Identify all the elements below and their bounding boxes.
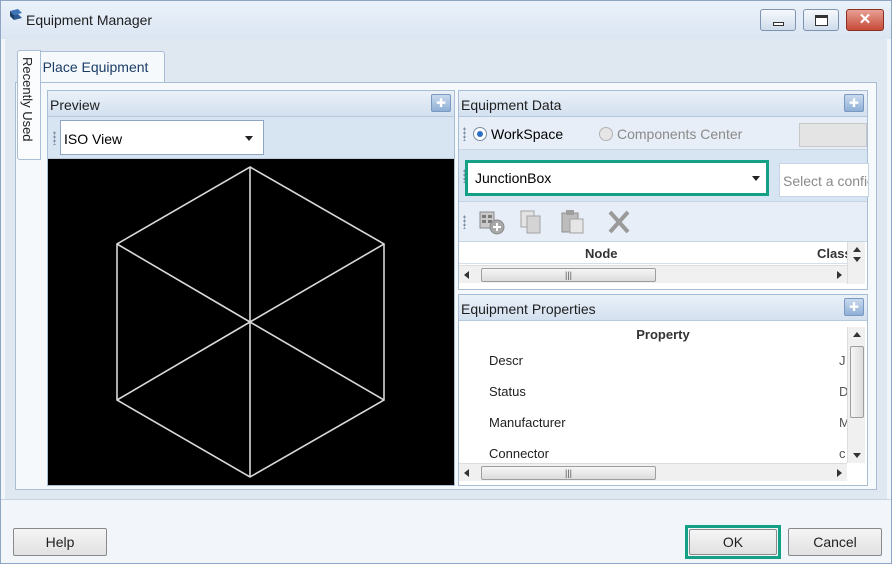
configuration-placeholder: Select a configuration	[783, 173, 868, 189]
column-node[interactable]: Node	[585, 246, 618, 261]
scroll-thumb[interactable]	[850, 346, 864, 418]
tab-recently-used[interactable]: Recently Used	[17, 50, 41, 160]
pin-icon[interactable]: ✚	[431, 94, 451, 112]
title-bar[interactable]: Equipment Manager ✕	[1, 1, 891, 39]
property-name[interactable]: Status	[489, 384, 526, 399]
minimize-button[interactable]	[760, 9, 796, 31]
property-name[interactable]: Descr	[489, 353, 523, 368]
view-select[interactable]: ISO View	[60, 120, 264, 155]
property-value[interactable]: M	[839, 415, 847, 430]
close-icon: ✕	[858, 11, 872, 28]
close-button[interactable]: ✕	[846, 9, 884, 31]
toolbar-grip-icon[interactable]	[53, 131, 56, 145]
configuration-input[interactable]: Select a configuration	[779, 163, 869, 197]
chevron-down-icon	[752, 176, 760, 181]
tab-place-equipment[interactable]: Place Equipment	[26, 51, 165, 82]
preview-toolbar: ISO View	[48, 117, 454, 159]
chevron-down-icon	[245, 136, 253, 141]
scroll-left-icon[interactable]	[464, 469, 469, 477]
scroll-up-icon[interactable]	[853, 332, 861, 337]
equipment-manager-window: Equipment Manager ✕ Place Equipment Rece…	[0, 0, 892, 564]
ok-button[interactable]: OK	[689, 529, 777, 555]
cube-wireframe	[116, 166, 385, 478]
delete-icon[interactable]	[605, 209, 633, 235]
help-button[interactable]: Help	[13, 528, 107, 556]
preview-title: Preview	[50, 97, 100, 113]
scroll-up-icon[interactable]	[853, 247, 861, 252]
preview-panel: Preview ✚ ISO View	[47, 90, 455, 486]
window-title: Equipment Manager	[26, 12, 153, 28]
radio-workspace[interactable]	[473, 127, 487, 141]
equipment-type-combo[interactable]: JunctionBox	[468, 163, 766, 193]
pin-icon[interactable]: ✚	[844, 94, 864, 112]
cancel-button[interactable]: Cancel	[788, 528, 882, 556]
scroll-right-icon[interactable]	[837, 271, 842, 279]
scroll-down-icon[interactable]	[853, 453, 861, 458]
maximize-icon	[815, 15, 828, 26]
radio-components-center-label[interactable]: Components Center	[617, 126, 742, 142]
equipment-data-panel: Equipment Data ✚ WorkSpace Components Ce…	[458, 90, 869, 290]
property-name[interactable]: Manufacturer	[489, 415, 566, 430]
property-name[interactable]: Connector	[489, 446, 549, 461]
toolbar-grip-icon[interactable]	[463, 127, 466, 141]
maximize-button[interactable]	[803, 9, 839, 31]
minimize-icon	[773, 22, 784, 26]
app-icon	[10, 9, 22, 20]
equipment-properties-header: Equipment Properties ✚	[459, 295, 867, 321]
paste-icon[interactable]	[559, 209, 587, 235]
radio-components-center[interactable]	[599, 127, 613, 141]
preview-header: Preview ✚	[48, 91, 454, 117]
scroll-left-icon[interactable]	[464, 271, 469, 279]
column-class[interactable]: Class	[817, 246, 847, 261]
source-action-button[interactable]	[799, 123, 867, 147]
scroll-right-icon[interactable]	[837, 469, 842, 477]
equipment-data-header: Equipment Data ✚	[459, 91, 867, 117]
tab-recently-used-label: Recently Used	[20, 57, 35, 142]
equipment-type-value: JunctionBox	[475, 170, 552, 186]
equipment-properties-panel: Equipment Properties ✚ Property Descr J …	[458, 294, 868, 486]
equipment-combo-row: JunctionBox Select a configuration	[459, 150, 869, 202]
property-value[interactable]: J	[839, 353, 847, 368]
view-select-value: ISO View	[64, 131, 123, 147]
node-table-vscroll[interactable]	[847, 242, 865, 284]
node-table-hscroll[interactable]: |||	[459, 265, 847, 283]
scroll-down-icon[interactable]	[853, 257, 861, 262]
equipment-properties-title: Equipment Properties	[461, 301, 596, 317]
property-value[interactable]: D	[839, 384, 847, 399]
properties-vscroll[interactable]	[847, 327, 865, 463]
preview-canvas[interactable]	[48, 159, 454, 485]
toolbar-grip-icon[interactable]	[463, 215, 466, 229]
properties-hscroll[interactable]: |||	[459, 463, 847, 481]
equipment-toolbar	[459, 202, 867, 242]
property-value[interactable]: c	[839, 446, 847, 461]
equipment-data-title: Equipment Data	[461, 97, 562, 113]
pin-icon[interactable]: ✚	[844, 298, 864, 316]
node-table-header: Node Class	[459, 242, 849, 264]
scroll-thumb[interactable]: |||	[481, 466, 656, 480]
dialog-footer: Help OK Cancel	[1, 499, 891, 563]
copy-icon[interactable]	[517, 209, 545, 235]
property-column-header[interactable]: Property	[459, 327, 847, 347]
scroll-thumb[interactable]: |||	[481, 268, 656, 282]
source-radio-group: WorkSpace Components Center	[459, 117, 867, 150]
add-equipment-icon[interactable]	[477, 209, 505, 235]
radio-workspace-label[interactable]: WorkSpace	[491, 126, 563, 142]
